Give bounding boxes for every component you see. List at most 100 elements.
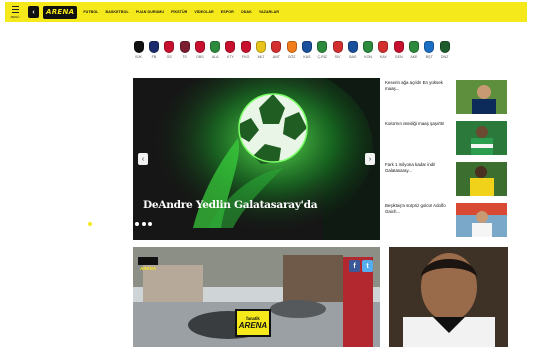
nav-item-yazarlar[interactable]: YAZARLAR (259, 10, 279, 14)
team-badge-19[interactable]: BŞT (422, 41, 437, 59)
news-headline: Koita'nın istediği maaş şaşırttı! (385, 121, 445, 126)
player-portrait-card[interactable] (389, 247, 508, 347)
team-badge-3[interactable]: TS (177, 41, 192, 59)
side-news-item[interactable]: Koita'nın istediği maaş şaşırttı! (385, 119, 508, 160)
team-crest-icon (148, 41, 159, 53)
team-badge-16[interactable]: KAY (376, 41, 391, 59)
slider-dot[interactable] (134, 222, 139, 226)
slider-dot[interactable] (121, 222, 126, 226)
nav-item-odak[interactable]: ODAK (241, 10, 252, 14)
team-crest-icon (194, 41, 205, 53)
team-badge-13[interactable]: SİV (330, 41, 345, 59)
logo-text: ARENA (46, 8, 75, 16)
slider-dot[interactable] (141, 222, 146, 226)
top-navigation: MENÜ ‹ ARENA FUTBOL BASKETBOL PUAN DURUM… (5, 2, 527, 22)
back-button[interactable]: ‹ (28, 6, 39, 18)
team-badge-17[interactable]: GEN (391, 41, 406, 59)
team-badge-20[interactable]: DNZ (437, 41, 452, 59)
slider-prev-button[interactable]: ‹ (138, 153, 148, 165)
hero-title[interactable]: DeAndre Yedlin Galatasaray'da (143, 199, 318, 211)
team-badge-9[interactable]: ANT (269, 41, 284, 59)
slider-dot[interactable] (128, 222, 133, 226)
team-code: FKG (242, 55, 250, 59)
team-crest-icon (179, 41, 190, 53)
team-code: ANT (272, 55, 280, 59)
twitter-share-button[interactable]: t (362, 260, 373, 272)
news-thumbnail (456, 162, 507, 196)
team-code: AKE (410, 55, 418, 59)
team-badge-18[interactable]: AKE (406, 41, 421, 59)
team-badge-6[interactable]: KTY (223, 41, 238, 59)
team-crest-icon (271, 41, 282, 53)
team-crest-icon (225, 41, 236, 53)
team-crest-icon (286, 41, 297, 53)
microphone-flag: fanatik ARENA (235, 309, 271, 337)
menu-label: MENÜ (10, 15, 20, 19)
slider-dot[interactable] (88, 222, 92, 226)
menu-button[interactable]: MENÜ (7, 3, 23, 21)
team-code: SİV (334, 55, 341, 59)
main-nav: FUTBOL BASKETBOL PUAN DURUMU FİKSTÜR VİD… (83, 10, 286, 14)
team-badge-8[interactable]: MLT (253, 41, 268, 59)
team-badge-14[interactable]: BAS (345, 41, 360, 59)
news-thumbnail (456, 203, 507, 237)
team-crest-icon (378, 41, 389, 53)
team-code: KTY (226, 55, 234, 59)
team-crest-icon (424, 41, 435, 53)
side-news-item[interactable]: Fark 1 milyona kadar indi! Galatasaray..… (385, 160, 508, 201)
team-code: KON (364, 55, 372, 59)
team-crest-icon (133, 41, 144, 53)
team-crest-icon (393, 41, 404, 53)
team-crest-icon (332, 41, 343, 53)
slider-dot[interactable] (108, 222, 113, 226)
nav-item-videolar[interactable]: VİDEOLAR (194, 10, 213, 14)
nav-item-espor[interactable]: ESPOR (221, 10, 234, 14)
team-badge-7[interactable]: FKG (238, 41, 253, 59)
slider-pagination (88, 222, 155, 226)
slider-dot[interactable] (94, 222, 99, 226)
nav-item-basketbol[interactable]: BASKETBOL (106, 10, 129, 14)
team-code: MLT (257, 55, 265, 59)
side-news-item[interactable]: Keserin ağa açıldı! En yüksek maaş... (385, 78, 508, 119)
team-code: KAY (379, 55, 387, 59)
chevron-left-icon: ‹ (141, 155, 145, 163)
team-badge-2[interactable]: GS (162, 41, 177, 59)
news-thumbnail (456, 121, 507, 155)
team-badge-15[interactable]: KON (360, 41, 375, 59)
side-news-list: Keserin ağa açıldı! En yüksek maaş... Ko… (385, 78, 508, 242)
hero-slider[interactable]: DeAndre Yedlin Galatasaray'da ‹ › (133, 78, 380, 240)
team-crest-icon (439, 41, 450, 53)
team-strip: BJK FB GS TS OBS ALA KTY FKG MLT ANT GÖZ KAS Ç.RİZ Sİ… (131, 41, 452, 59)
team-badge-5[interactable]: ALA (207, 41, 222, 59)
team-badge-11[interactable]: KAS (299, 41, 314, 59)
nav-item-fikstur[interactable]: FİKSTÜR (171, 10, 187, 14)
team-code: FB (151, 55, 157, 59)
slider-dot[interactable] (148, 222, 153, 226)
team-code: OBS (196, 55, 204, 59)
nav-item-futbol[interactable]: FUTBOL (83, 10, 98, 14)
chevron-right-icon: › (368, 155, 372, 163)
team-crest-icon (363, 41, 374, 53)
nav-item-puan-durumu[interactable]: PUAN DURUMU (136, 10, 164, 14)
twitter-icon: t (366, 262, 369, 270)
facebook-icon: f (353, 262, 356, 270)
site-logo[interactable]: ARENA (43, 5, 78, 19)
video-card[interactable]: ARENA f t fanatik ARENA (133, 247, 380, 347)
team-badge-12[interactable]: Ç.RİZ (315, 41, 330, 59)
side-news-item[interactable]: Beşiktaş'a sürpriz golcü! Adolfo Gaich..… (385, 201, 508, 242)
team-crest-icon (301, 41, 312, 53)
slider-dot[interactable] (101, 222, 106, 226)
team-badge-10[interactable]: GÖZ (284, 41, 299, 59)
team-code: BJK (135, 55, 142, 59)
team-badge-4[interactable]: OBS (192, 41, 207, 59)
news-thumbnail (456, 80, 507, 114)
slider-next-button[interactable]: › (365, 153, 375, 165)
team-badge-0[interactable]: BJK (131, 41, 146, 59)
team-crest-icon (347, 41, 358, 53)
team-code: ALA (211, 55, 219, 59)
slider-dot[interactable] (114, 222, 119, 226)
team-crest-icon (256, 41, 267, 53)
player-photo (389, 247, 508, 347)
facebook-share-button[interactable]: f (349, 260, 360, 272)
team-badge-1[interactable]: FB (146, 41, 161, 59)
